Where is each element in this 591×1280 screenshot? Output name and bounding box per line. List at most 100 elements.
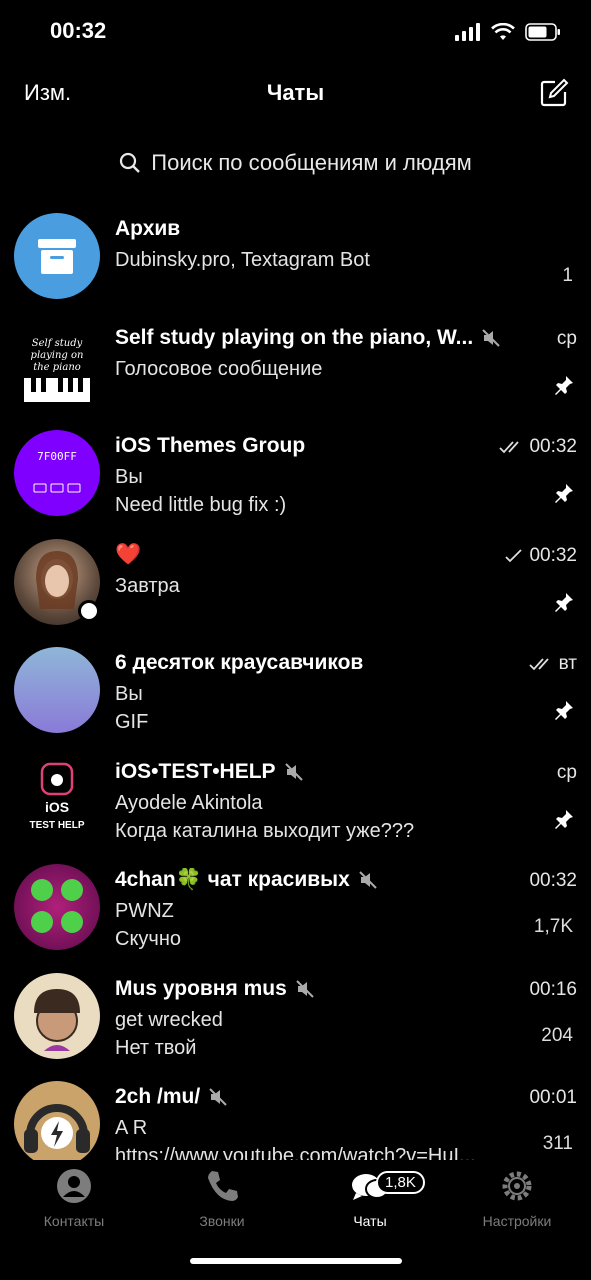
themes-logo-icon: 7F00FF	[33, 450, 81, 493]
portrait-drawing	[34, 989, 80, 1051]
chat-name: 2ch /mu/	[115, 1085, 228, 1109]
battery-icon	[525, 23, 560, 41]
home-indicator	[190, 1258, 402, 1264]
tab-label: Контакты	[43, 1213, 105, 1229]
chat-name: Mus уровня mus	[115, 977, 315, 1001]
page-title: Чаты	[266, 80, 325, 105]
chat-sender: Ayodele Akintola	[115, 792, 263, 814]
chat-sender: A R	[115, 1117, 148, 1139]
chat-row-archive[interactable]: Архив Dubinsky.pro, Textagram Bot 1	[0, 213, 591, 321]
pin-icon	[555, 593, 573, 612]
tab-label: Настройки	[482, 1213, 552, 1229]
chat-preview: Need little bug fix :)	[115, 494, 287, 516]
chat-preview: Dubinsky.pro, Textagram Bot	[115, 249, 370, 271]
chat-preview: Голосовое сообщение	[115, 358, 323, 380]
chat-name: Архив	[115, 217, 181, 240]
chat-time: 00:16	[529, 979, 577, 1000]
svg-text:playing on: playing on	[31, 350, 84, 361]
chat-name: iOS Themes Group	[115, 434, 306, 457]
chat-row[interactable]: 7F00FF iOS Themes Group 00:32 Вы Need li…	[0, 430, 591, 538]
chat-row[interactable]: Mus уровня mus 00:16 get wrecked Нет тво…	[0, 973, 591, 1081]
unread-count: 204	[541, 1025, 573, 1046]
online-indicator	[78, 600, 100, 622]
chat-preview: https://www.youtube.com/watch?v=HuI...	[115, 1145, 476, 1160]
svg-text:7F00FF: 7F00FF	[37, 450, 77, 463]
chat-row[interactable]: 2ch /mu/ 00:01 A R https://www.youtube.c…	[0, 1081, 591, 1160]
tab-chats[interactable]: 1,8K Чаты	[296, 1168, 444, 1229]
chat-row[interactable]: 4chan🍀 чат красивых 00:32 PWNZ Скучно 1,…	[0, 864, 591, 972]
chat-time: 00:32	[529, 870, 577, 891]
status-time: 00:32	[50, 18, 107, 43]
svg-text:the piano: the piano	[33, 362, 81, 373]
muted-icon	[359, 871, 377, 889]
tab-badge: 1,8K	[376, 1171, 425, 1194]
chat-row[interactable]: iOS TEST HELP iOS•TEST•HELP ср Ayodele A…	[0, 756, 591, 864]
chat-name: 6 десяток краусавчиков	[115, 651, 364, 674]
test-help-avatar: iOS TEST HELP	[14, 756, 100, 842]
chat-preview: Скучно	[115, 928, 182, 950]
chat-time: 00:32	[505, 545, 577, 567]
unread-count: 1,7K	[533, 916, 573, 937]
chat-time: ср	[556, 328, 577, 349]
chat-row[interactable]: ❤️ 00:32 Завтра	[0, 539, 591, 647]
clover-icon	[31, 879, 83, 933]
person-icon	[57, 1169, 91, 1203]
signal-icon	[455, 23, 480, 41]
clover-avatar	[14, 864, 100, 950]
archive-avatar	[14, 213, 100, 299]
group-avatar	[14, 647, 100, 733]
chat-row[interactable]: 6 десяток краусавчиков вт Вы GIF	[0, 647, 591, 755]
tab-settings[interactable]: Настройки	[443, 1168, 591, 1229]
chat-time: ср	[556, 762, 577, 783]
chat-sender: Вы	[115, 683, 143, 705]
search-placeholder: Поиск по сообщениям и людям	[151, 150, 472, 175]
muted-icon	[209, 1088, 227, 1106]
chat-row[interactable]: Self study playing on the piano Self stu…	[0, 322, 591, 430]
svg-text:Self study: Self study	[32, 338, 83, 349]
svg-text:TEST HELP: TEST HELP	[29, 820, 84, 831]
chat-preview: Завтра	[115, 575, 180, 597]
headphones-icon	[24, 1104, 90, 1153]
chat-preview: Нет твой	[115, 1037, 197, 1059]
double-check-icon	[528, 658, 549, 671]
muted-icon	[296, 980, 314, 998]
2ch-avatar	[14, 1081, 100, 1160]
chat-time: 00:32	[499, 436, 577, 458]
status-icons	[455, 20, 561, 44]
chat-name: ❤️	[115, 543, 142, 566]
search-icon	[120, 152, 141, 173]
double-check-icon	[499, 441, 520, 454]
pin-icon	[555, 701, 573, 720]
chat-name: Self study playing on the piano, W...	[115, 326, 501, 350]
chat-preview: Когда каталина выходит уже???	[115, 820, 415, 842]
chat-sender: PWNZ	[115, 900, 174, 922]
themes-avatar: 7F00FF	[14, 430, 100, 516]
pin-icon	[555, 484, 573, 503]
chat-preview: GIF	[115, 711, 149, 733]
chat-name: 4chan🍀 чат красивых	[115, 868, 378, 892]
mus-avatar	[14, 973, 100, 1059]
chat-name: iOS•TEST•HELP	[115, 760, 304, 784]
pin-icon	[555, 810, 573, 829]
pin-icon	[555, 376, 573, 395]
tab-label: Звонки	[199, 1213, 245, 1229]
unread-count: 1	[562, 265, 573, 286]
muted-icon	[482, 329, 500, 347]
gear-icon	[502, 1171, 532, 1201]
wifi-icon	[491, 23, 515, 40]
piano-avatar: Self study playing on the piano	[14, 322, 100, 408]
tab-contacts[interactable]: Контакты	[0, 1168, 148, 1229]
phone-icon	[208, 1171, 238, 1201]
chat-time: 00:01	[529, 1087, 577, 1108]
muted-icon	[284, 763, 303, 781]
svg-text:iOS: iOS	[45, 799, 69, 815]
chat-time: вт	[528, 653, 577, 675]
tab-label: Чаты	[353, 1213, 387, 1229]
chat-sender: get wrecked	[115, 1009, 223, 1031]
unread-count: 311	[542, 1133, 573, 1154]
search-input[interactable]: Поиск по сообщениям и людям	[0, 147, 591, 179]
ios-logo-icon: iOS TEST HELP	[29, 762, 85, 831]
compose-icon[interactable]	[539, 78, 569, 108]
tab-calls[interactable]: Звонки	[148, 1168, 296, 1229]
piano-icon: Self study playing on the piano	[24, 338, 90, 402]
